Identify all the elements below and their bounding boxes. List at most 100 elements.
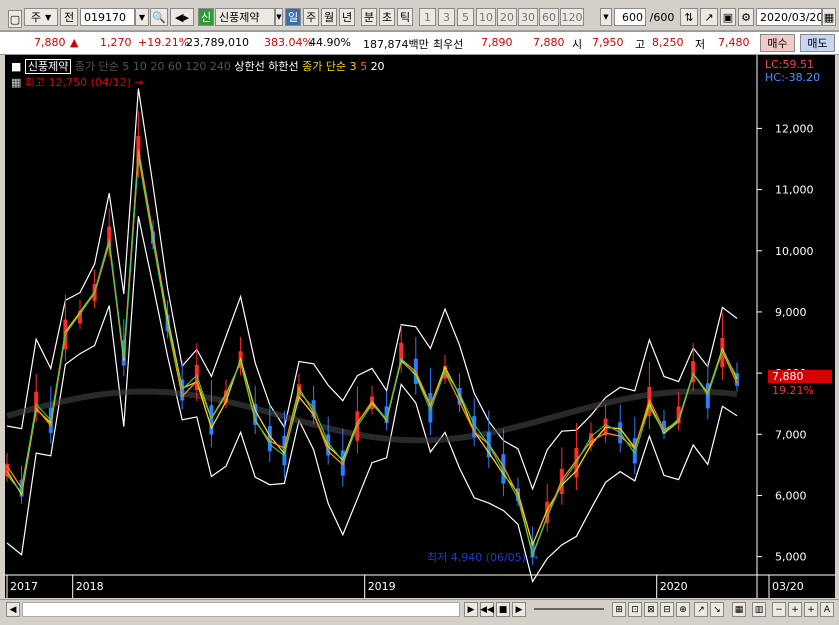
copy-icon[interactable]: ⊡ xyxy=(628,602,642,617)
rewind-icon[interactable]: ◀◀ xyxy=(480,602,494,617)
zoom-in-icon[interactable]: + xyxy=(788,602,802,617)
period-tab-week[interactable]: 주 xyxy=(303,8,319,26)
turnover-rate: 44.90% xyxy=(309,36,351,49)
chevron-down-icon: ▼ xyxy=(44,12,52,22)
legend-ma2-label: 종가 단순 xyxy=(302,60,347,73)
x-tick-label: 2017 xyxy=(10,580,38,593)
chart-type-icon[interactable]: ⇅ xyxy=(680,8,698,26)
prev-button[interactable]: 전 xyxy=(60,8,78,26)
low-label: 저 xyxy=(695,38,706,51)
x-tick-label: 2019 xyxy=(368,580,396,593)
speaker-icon[interactable]: ◀▸ xyxy=(170,8,194,26)
count-total-label: /600 xyxy=(649,10,675,24)
search-icon[interactable]: 🔍 xyxy=(150,8,168,26)
y-tick-label: 11,000 xyxy=(775,184,814,197)
interval-button-5[interactable]: 5 xyxy=(457,8,474,26)
fall-icon[interactable]: ↘ xyxy=(710,602,724,617)
bid-price: 7,880 xyxy=(533,36,565,49)
period-tab-day[interactable]: 일 xyxy=(285,8,301,26)
interval-button-20[interactable]: 20 xyxy=(497,8,517,26)
scroll-track[interactable] xyxy=(22,602,460,617)
y-tick-label: 6,000 xyxy=(775,489,807,502)
current-pct-tag: 19.21% xyxy=(772,384,814,397)
overlay-icon[interactable]: ⊟ xyxy=(660,602,674,617)
indicator-icon[interactable]: ⊕ xyxy=(676,602,690,617)
period-tab-tick[interactable]: 틱 xyxy=(397,8,413,26)
sell-button[interactable]: 매도 xyxy=(800,34,835,52)
y-tick-label: 10,000 xyxy=(775,245,814,258)
arrow-right-icon: → xyxy=(134,76,144,89)
interval-button-10[interactable]: 10 xyxy=(476,8,496,26)
price-chart[interactable]: 12,00011,00010,0009,0008,0007,0006,0005,… xyxy=(5,55,835,598)
stock-code-input[interactable]: 019170 xyxy=(80,8,135,26)
auto-scale-icon[interactable]: A xyxy=(820,602,834,617)
chart-canvas[interactable]: 12,00011,00010,0009,0008,0007,0006,0005,… xyxy=(5,55,835,598)
buy-button[interactable]: 매수 xyxy=(760,34,795,52)
chart-scrollbar[interactable]: ◀ ▶ ◀◀ ■ ▶ ⊞ ⊡ ⊠ ⊟ ⊕ ↗ ↘ ▦ ▥ − + + A xyxy=(0,599,839,620)
grid-view-icon[interactable]: ▦ xyxy=(732,602,746,617)
zoom-fit-icon[interactable]: ⊞ xyxy=(612,602,626,617)
draw-tool-icon[interactable]: ↗ xyxy=(700,8,718,26)
candle-body xyxy=(209,405,214,435)
hc-label: HC:-38.20 xyxy=(765,71,821,84)
volume-ratio: 383.04% xyxy=(264,36,313,49)
period-tab-month[interactable]: 월 xyxy=(321,8,337,26)
interval-button-120[interactable]: 120 xyxy=(560,8,584,26)
high-price: 8,250 xyxy=(652,36,684,49)
zoom-out-icon[interactable]: − xyxy=(772,602,786,617)
high-annotation-text: 최고 12,750 (04/12) xyxy=(24,76,131,89)
interval-button-30[interactable]: 30 xyxy=(518,8,538,26)
legend-ma-text: 종가 단순 5 10 20 60 120 240 xyxy=(74,60,231,73)
ma-line-5 xyxy=(6,149,738,558)
play-icon[interactable]: ▶ xyxy=(464,602,478,617)
date-input[interactable]: 2020/03/20 xyxy=(756,8,822,26)
high-label: 고 xyxy=(635,38,646,51)
x-tick-label: 03/20 xyxy=(772,580,804,593)
change-value: 1,270 xyxy=(100,36,132,49)
rise-icon[interactable]: ↗ xyxy=(694,602,708,617)
open-price: 7,950 xyxy=(592,36,624,49)
current-price-tag: 7,880 xyxy=(768,370,832,383)
ma-line-20 xyxy=(6,156,738,557)
low-price: 7,480 xyxy=(718,36,750,49)
x-tick-label: 2018 xyxy=(76,580,104,593)
count-input[interactable]: 600 xyxy=(614,8,646,26)
period-tab-year[interactable]: 년 xyxy=(339,8,355,26)
interval-button-1[interactable]: 1 xyxy=(419,8,436,26)
ma-line-3 xyxy=(6,155,738,547)
high-annotation: ▦ 최고 12,750 (04/12) → xyxy=(11,74,144,90)
save-icon[interactable]: ▣ xyxy=(720,8,736,26)
split-view-icon[interactable]: ▥ xyxy=(752,602,766,617)
interval-button-3[interactable]: 3 xyxy=(438,8,455,26)
chevron-down-icon[interactable]: ▼ xyxy=(600,8,612,26)
chart-toolbar: ▢ 주 ▼ 전 019170 ▼ 🔍 ◀▸ 신 신풍제약 ▼ 일 주 월 년 분 … xyxy=(0,0,839,31)
chart-legend: ■ 신풍제약 종가 단순 5 10 20 60 120 240 상한선 하한선 … xyxy=(11,58,385,74)
lc-label: LC:59.51 xyxy=(765,58,815,71)
interval-button-60[interactable]: 60 xyxy=(539,8,559,26)
trade-amount: 187,874백만 xyxy=(363,38,429,51)
scroll-left-icon[interactable]: ◀ xyxy=(6,602,20,617)
arrow-right-icon: → xyxy=(529,551,539,564)
best-quote-label: 최우선 xyxy=(433,38,464,51)
period-tab-minute[interactable]: 분 xyxy=(361,8,377,26)
add-icon[interactable]: + xyxy=(804,602,818,617)
forward-icon[interactable]: ▶ xyxy=(512,602,526,617)
gear-icon[interactable]: ⚙ xyxy=(738,8,754,26)
legend-envelope-lower: 하한선 xyxy=(268,60,299,73)
up-arrow-icon: ▲ xyxy=(70,36,79,49)
candle-body xyxy=(5,463,9,477)
period-tab-second[interactable]: 초 xyxy=(379,8,395,26)
new-badge: 신 xyxy=(198,8,214,26)
chevron-down-icon[interactable]: ▼ xyxy=(275,8,283,26)
chevron-down-icon[interactable]: ▼ xyxy=(135,8,149,26)
compare-icon[interactable]: ⊠ xyxy=(644,602,658,617)
low-annotation: 최저 4,940 (06/05) → xyxy=(427,549,539,565)
market-type-select[interactable]: 주 ▼ xyxy=(24,8,58,26)
legend-ma2-20: 20 xyxy=(370,60,385,73)
window-icon[interactable]: ▢ xyxy=(8,10,22,28)
stop-icon[interactable]: ■ xyxy=(496,602,510,617)
y-tick-label: 9,000 xyxy=(775,306,807,319)
calendar-icon[interactable]: ▦ xyxy=(822,8,836,26)
speed-slider[interactable] xyxy=(534,608,604,610)
grid-icon: ▦ xyxy=(11,76,22,89)
